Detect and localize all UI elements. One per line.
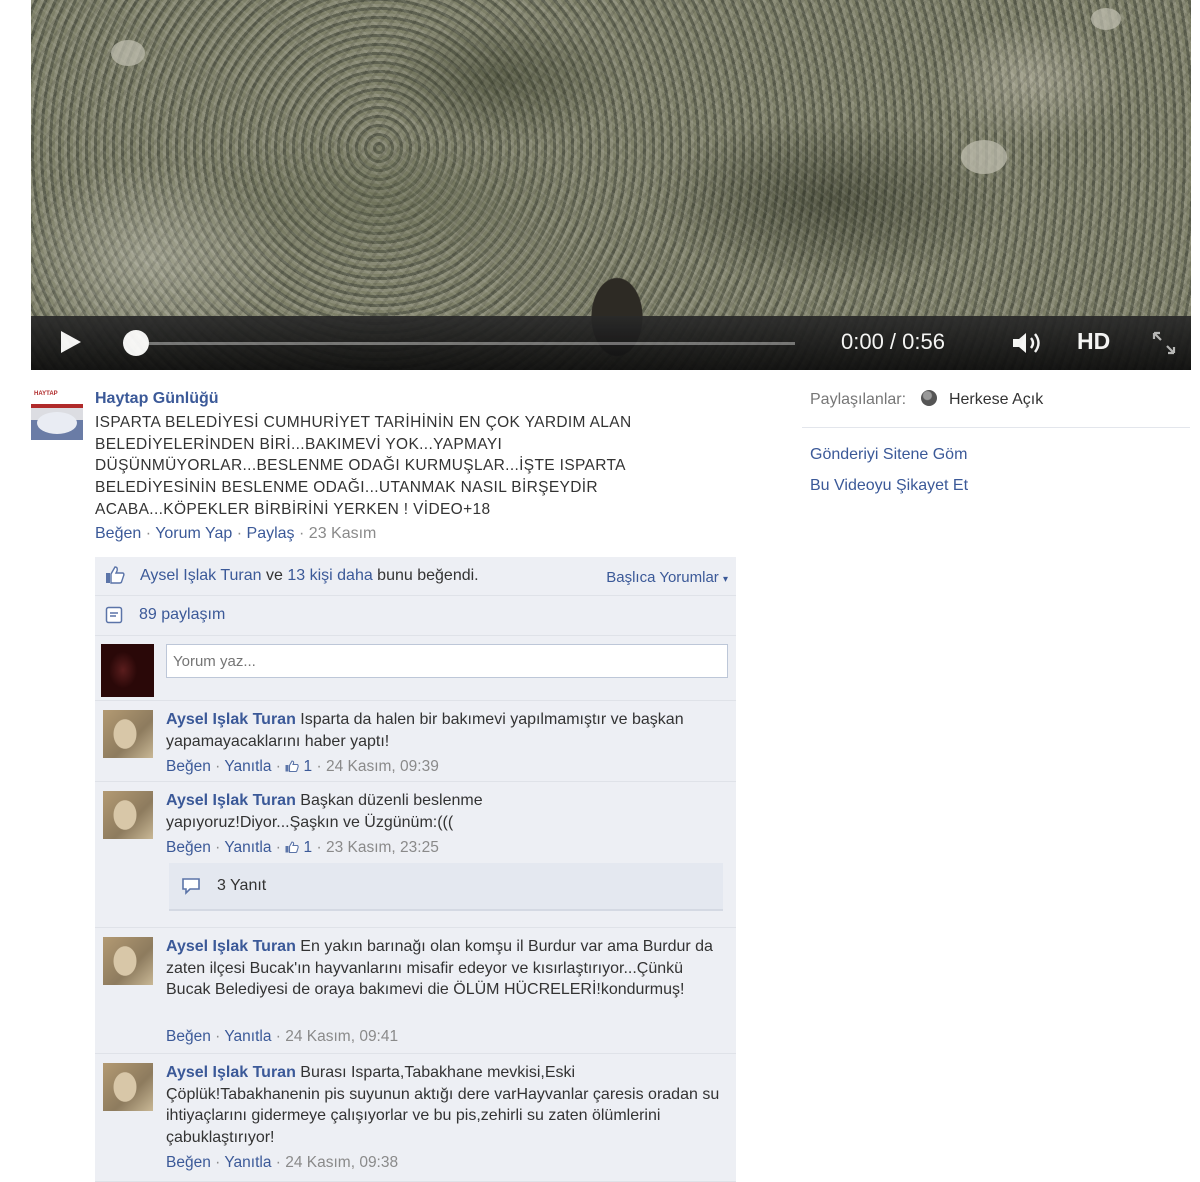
shares-count-link[interactable]: 89 paylaşım <box>139 606 225 624</box>
embed-post-link[interactable]: Gönderiyi Sitene Göm <box>810 446 967 464</box>
video-frame-stone <box>961 140 1007 174</box>
video-frame-stone <box>111 40 145 66</box>
comment-item: Aysel Işlak Turan Başkan düzenli beslenm… <box>95 782 736 928</box>
comment-like-link[interactable]: Beğen <box>166 1028 211 1045</box>
shares-row: 89 paylaşım <box>95 596 736 636</box>
chevron-down-icon: ▾ <box>722 574 728 585</box>
separator: · <box>215 758 225 775</box>
separator: · <box>215 1028 225 1045</box>
comment-date[interactable]: 24 Kasım, 09:38 <box>285 1154 398 1171</box>
comment-like-link[interactable]: Beğen <box>166 758 211 775</box>
commenter-name[interactable]: Aysel Işlak Turan <box>166 792 296 809</box>
feedback-box: Aysel Işlak Turan ve 13 kişi daha bunu b… <box>95 557 736 1182</box>
separator: · <box>299 525 309 542</box>
comment-date[interactable]: 24 Kasım, 09:41 <box>285 1028 398 1045</box>
comment-order-dropdown[interactable]: Başlıca Yorumlar ▾ <box>606 569 728 586</box>
comment-order-label: Başlıca Yorumlar <box>606 569 719 586</box>
fullscreen-icon[interactable] <box>1151 330 1177 356</box>
post-date[interactable]: 23 Kasım <box>309 525 377 542</box>
comment-composer <box>95 636 736 701</box>
comment-input[interactable] <box>166 644 728 678</box>
like-link[interactable]: Beğen <box>95 525 141 542</box>
comment-link[interactable]: Yorum Yap <box>155 525 232 542</box>
separator: · <box>316 758 326 775</box>
comment-body: Aysel Işlak Turan Burası Isparta,Tabakha… <box>166 1062 731 1148</box>
comment-like-count[interactable]: 1 <box>304 839 313 856</box>
share-icon <box>105 606 123 624</box>
comment-item: Aysel Işlak Turan En yakın barınağı olan… <box>95 928 736 1054</box>
commenter-name[interactable]: Aysel Işlak Turan <box>166 711 296 728</box>
video-scrubber-handle[interactable] <box>123 330 149 356</box>
comment-body: Aysel Işlak Turan Isparta da halen bir b… <box>166 709 731 752</box>
avatar[interactable] <box>103 791 153 839</box>
comment-actions: Beğen · Yanıtla · 1 · 24 Kasım, 09:39 <box>166 758 439 776</box>
comment-reply-link[interactable]: Yanıtla <box>224 1028 271 1045</box>
separator: · <box>275 1154 286 1171</box>
avatar[interactable] <box>103 937 153 985</box>
likes-connector: ve <box>261 567 288 584</box>
likes-summary: Aysel Işlak Turan ve 13 kişi daha bunu b… <box>140 567 479 585</box>
comment-item: Aysel Işlak Turan Isparta da halen bir b… <box>95 701 736 782</box>
avatar[interactable] <box>103 1063 153 1111</box>
speech-bubble-icon <box>182 878 200 895</box>
comment-date[interactable]: 24 Kasım, 09:39 <box>326 758 439 775</box>
page-logo-text: HAYTAP <box>34 391 58 397</box>
comment-reply-link[interactable]: Yanıtla <box>224 839 271 856</box>
view-replies-button[interactable]: 3 Yanıt <box>169 863 723 911</box>
page-avatar[interactable]: HAYTAP <box>31 388 83 440</box>
separator: · <box>275 758 286 775</box>
thumbs-up-icon <box>106 566 125 584</box>
post-author[interactable]: Haytap Günlüğü <box>95 390 219 408</box>
page-logo-seal <box>37 412 77 434</box>
comment-item: Aysel Işlak Turan Burası Isparta,Tabakha… <box>95 1054 736 1182</box>
separator: · <box>236 525 247 542</box>
play-icon[interactable] <box>61 331 81 353</box>
separator: · <box>275 1028 286 1045</box>
likes-suffix: bunu beğendi. <box>372 567 479 584</box>
replies-count: 3 Yanıt <box>217 877 267 894</box>
audience-label: Paylaşılanlar: <box>810 391 907 408</box>
comment-like-link[interactable]: Beğen <box>166 839 211 856</box>
comment-body: Aysel Işlak Turan En yakın barınağı olan… <box>166 936 731 1001</box>
comment-actions: Beğen · Yanıtla · 24 Kasım, 09:41 <box>166 1028 398 1046</box>
separator: · <box>215 1154 225 1171</box>
divider <box>802 427 1190 428</box>
comment-like-link[interactable]: Beğen <box>166 1154 211 1171</box>
comment-date[interactable]: 23 Kasım, 23:25 <box>326 839 439 856</box>
thumbs-up-icon <box>285 841 299 853</box>
separator: · <box>275 839 286 856</box>
commenter-name[interactable]: Aysel Işlak Turan <box>166 1064 296 1081</box>
thumbs-up-icon <box>285 760 299 772</box>
video-time: 0:00 / 0:56 <box>841 329 945 354</box>
liker-name-link[interactable]: Aysel Işlak Turan <box>140 567 262 584</box>
report-video-link[interactable]: Bu Videoyu Şikayet Et <box>810 477 968 495</box>
likes-row: Aysel Işlak Turan ve 13 kişi daha bunu b… <box>95 557 736 596</box>
video-player[interactable]: 0:00 / 0:56 HD <box>31 0 1191 370</box>
other-likers-link[interactable]: 13 kişi daha <box>287 567 372 584</box>
post-actions: Beğen · Yorum Yap · Paylaş · 23 Kasım <box>95 525 376 543</box>
avatar[interactable] <box>103 710 153 758</box>
comment-actions: Beğen · Yanıtla · 24 Kasım, 09:38 <box>166 1154 398 1172</box>
avatar[interactable] <box>101 644 154 697</box>
comment-reply-link[interactable]: Yanıtla <box>224 758 271 775</box>
audience-row: Paylaşılanlar: Herkese Açık <box>810 390 1043 409</box>
commenter-name[interactable]: Aysel Işlak Turan <box>166 938 296 955</box>
comment-like-count[interactable]: 1 <box>304 758 313 775</box>
comment-reply-link[interactable]: Yanıtla <box>224 1154 271 1171</box>
post-message: ISPARTA BELEDİYESİ CUMHURİYET TARİHİNİN … <box>95 414 632 518</box>
comment-body: Aysel Işlak Turan Başkan düzenli beslenm… <box>166 790 536 833</box>
video-progress-track[interactable] <box>135 342 795 345</box>
globe-icon <box>920 390 937 406</box>
volume-icon[interactable] <box>1011 330 1045 356</box>
separator: · <box>145 525 156 542</box>
comment-actions: Beğen · Yanıtla · 1 · 23 Kasım, 23:25 <box>166 839 439 857</box>
share-link[interactable]: Paylaş <box>247 525 295 542</box>
separator: · <box>215 839 225 856</box>
video-controls: 0:00 / 0:56 HD <box>31 316 1191 370</box>
audience-value: Herkese Açık <box>948 391 1044 408</box>
separator: · <box>316 839 326 856</box>
video-frame-stone <box>1091 8 1121 30</box>
hd-toggle-button[interactable]: HD <box>1077 328 1110 355</box>
